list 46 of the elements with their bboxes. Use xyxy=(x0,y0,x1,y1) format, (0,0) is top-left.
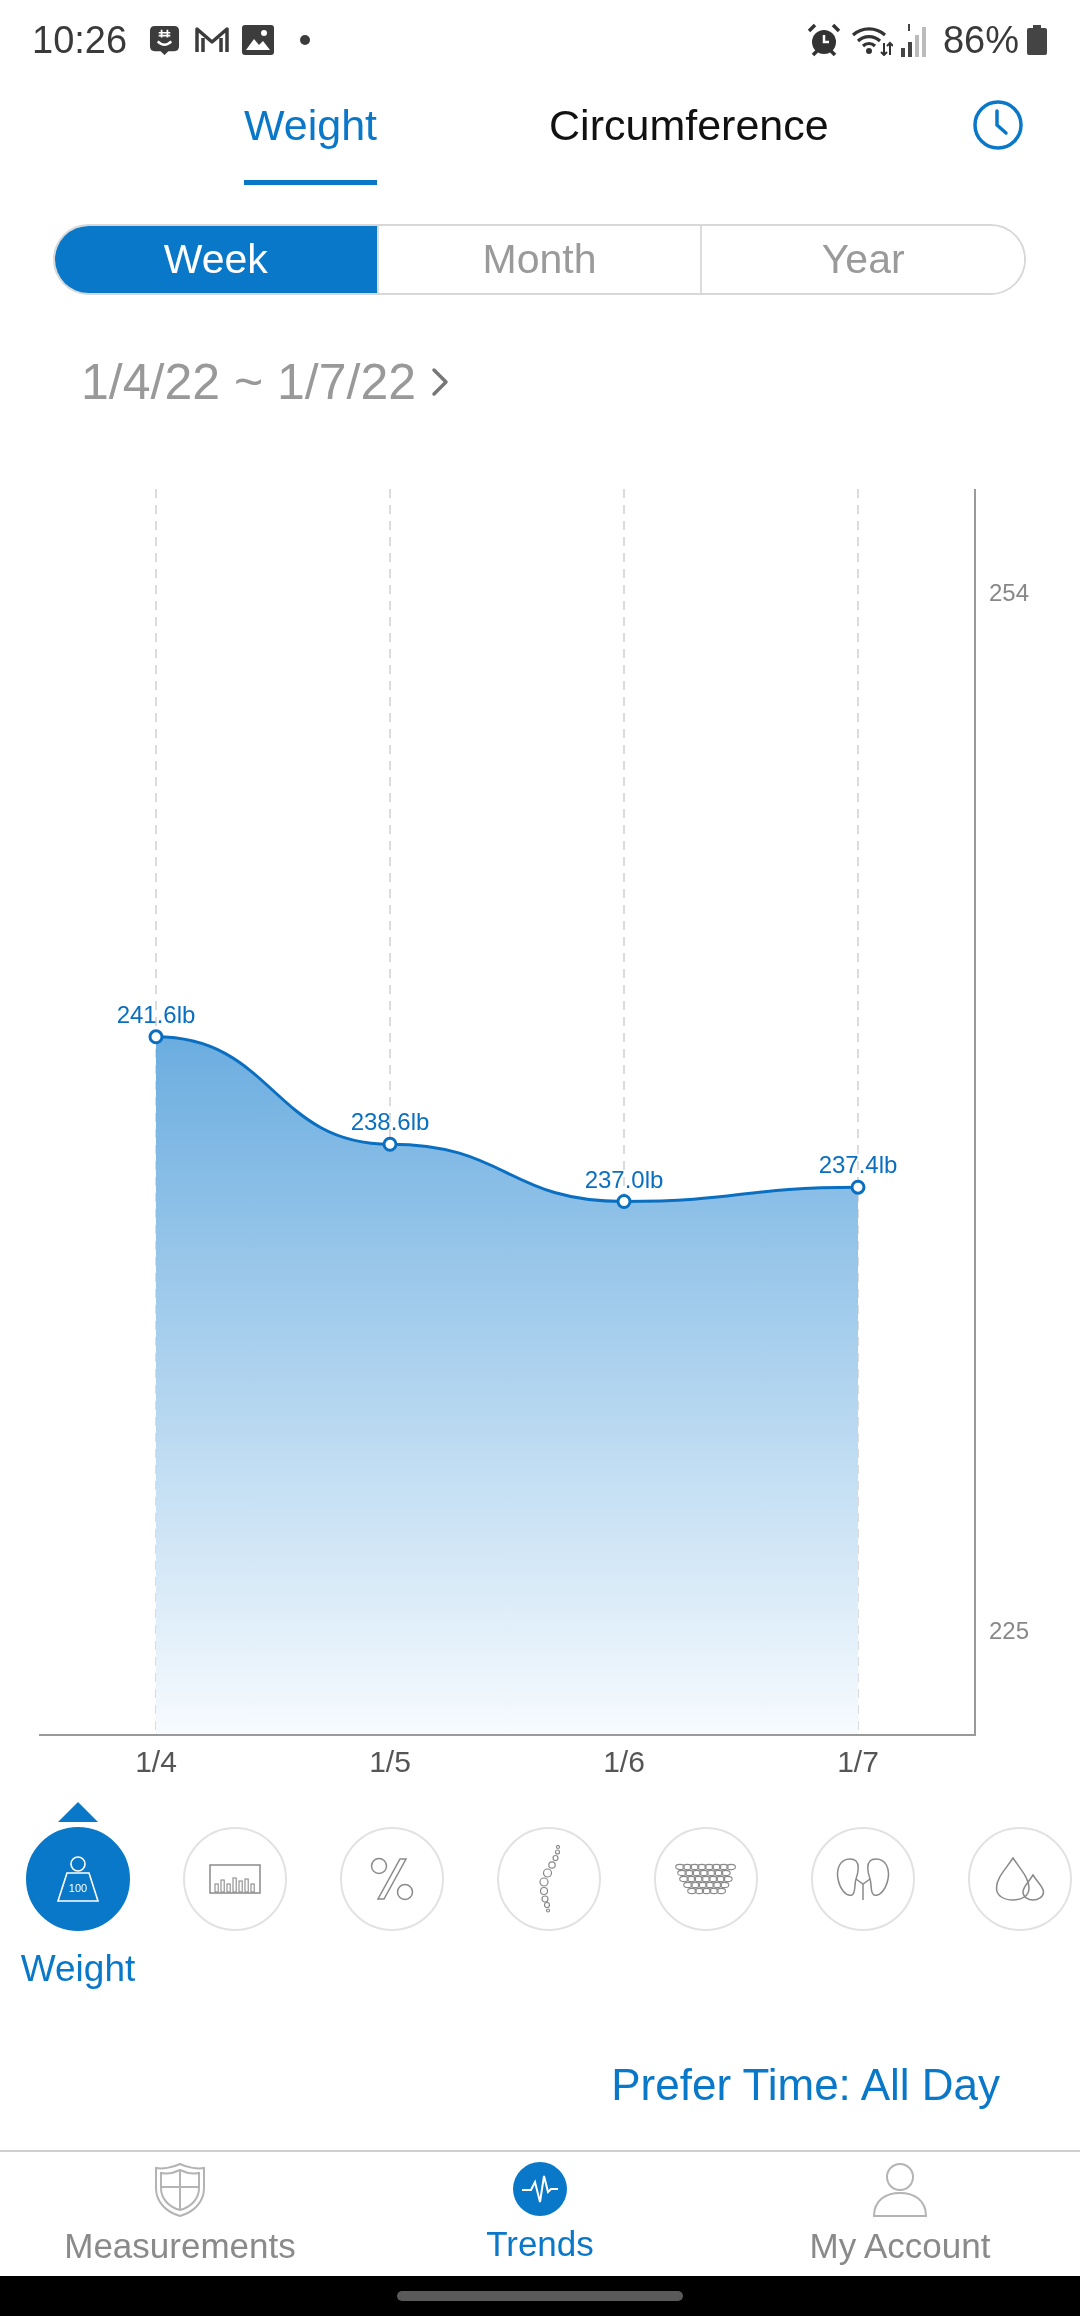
wifi-icon xyxy=(850,24,893,56)
x-axis-label: 1/6 xyxy=(603,1745,645,1778)
nav-tab[interactable]: My Account xyxy=(720,2152,1080,2276)
battery-icon xyxy=(1026,25,1048,55)
heartbeat-icon xyxy=(513,2162,567,2216)
clock-icon[interactable] xyxy=(973,100,1023,150)
cell-tissue-icon xyxy=(674,1863,738,1895)
y-axis-label: 254 xyxy=(989,578,1030,606)
chat-bubble-icon xyxy=(149,24,181,56)
x-axis-label: 1/5 xyxy=(369,1745,411,1778)
period-tab[interactable]: Year xyxy=(700,226,1024,293)
data-point[interactable] xyxy=(616,1194,632,1209)
signal-icon xyxy=(899,23,929,57)
x-axis-label: 1/7 xyxy=(837,1745,879,1778)
value-label: 237.0lb xyxy=(584,1165,664,1193)
water-drops-icon xyxy=(995,1857,1045,1901)
alarm-clock-icon xyxy=(806,23,841,57)
bar-chart-frame-icon xyxy=(209,1864,261,1894)
nav-tab[interactable]: Trends xyxy=(360,2152,720,2276)
kidneys-icon xyxy=(836,1857,890,1901)
data-point[interactable] xyxy=(148,1029,164,1045)
value-label: 241.6lb xyxy=(116,1000,196,1028)
category-tab[interactable]: Circumference xyxy=(549,100,829,185)
status-time: 10:26 xyxy=(32,18,128,62)
category-tab[interactable]: Weight xyxy=(244,100,378,185)
notification-dot-icon xyxy=(300,35,311,45)
data-point[interactable] xyxy=(850,1179,866,1195)
chevron-right-icon[interactable] xyxy=(431,367,449,397)
bubbles-icon xyxy=(537,1845,561,1913)
date-range: 1/4/22 ~ 1/7/22 xyxy=(81,353,416,412)
y-axis-label: 225 xyxy=(989,1617,1030,1645)
prefer-time-link[interactable]: Prefer Time: All Day xyxy=(611,2059,1000,2111)
metric-button[interactable]: 100 xyxy=(26,1827,130,1931)
nav-tab[interactable]: Measurements xyxy=(0,2152,360,2276)
value-label: 237.4lb xyxy=(818,1151,898,1179)
period-tab[interactable]: Week xyxy=(55,226,377,293)
shield-icon xyxy=(154,2162,206,2218)
image-icon xyxy=(242,25,275,55)
metric-label: Weight xyxy=(20,1947,136,1991)
person-icon xyxy=(872,2162,928,2218)
data-point[interactable] xyxy=(382,1136,398,1152)
mail-icon xyxy=(195,26,230,54)
battery-percentage: 86% xyxy=(942,18,1019,62)
percent-icon xyxy=(370,1857,414,1901)
value-label: 238.6lb xyxy=(350,1108,430,1136)
x-axis-label: 1/4 xyxy=(135,1745,177,1778)
